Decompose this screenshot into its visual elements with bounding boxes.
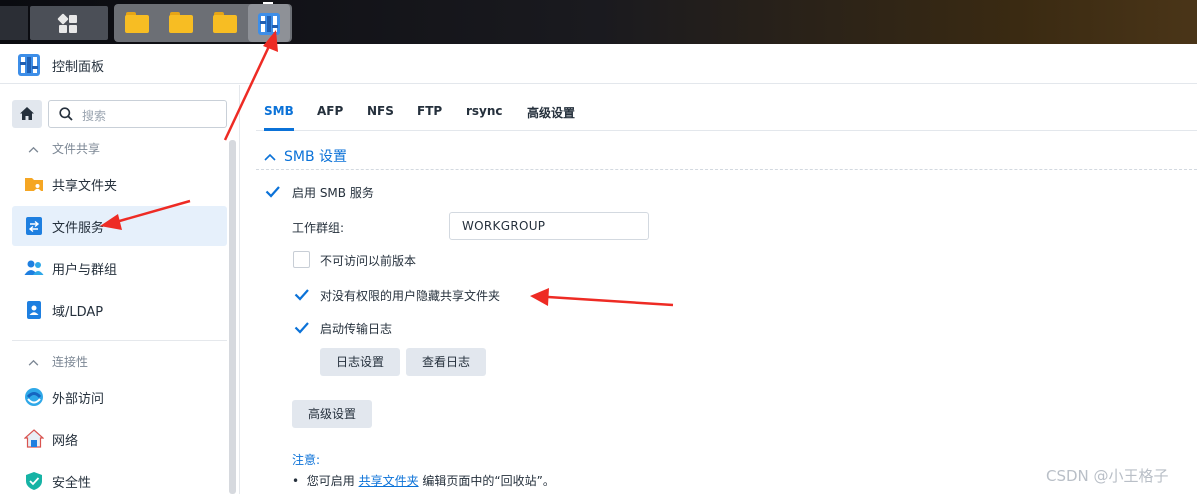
- sidebar-item-security[interactable]: 安全性: [12, 461, 227, 494]
- window-title: 控制面板: [52, 60, 105, 75]
- tab-afp[interactable]: AFP: [317, 104, 343, 118]
- section-header-file-sharing[interactable]: 文件共享: [28, 140, 100, 157]
- tab-advanced[interactable]: 高级设置: [527, 104, 575, 121]
- section-header-connectivity[interactable]: 连接性: [28, 353, 88, 370]
- hide-shared-folders-label: 对没有权限的用户隐藏共享文件夹: [320, 289, 501, 303]
- main-menu-icon[interactable]: [57, 13, 78, 34]
- file-services-icon: [26, 217, 42, 235]
- control-panel-icon: [18, 54, 40, 76]
- sidebar-item-network[interactable]: 网络: [12, 419, 227, 459]
- transfer-log-label: 启动传输日志: [320, 322, 393, 336]
- folder-icon[interactable]: [213, 12, 237, 34]
- chevron-up-icon: [28, 142, 42, 156]
- active-indicator: [263, 2, 273, 4]
- shared-folder-link[interactable]: 共享文件夹: [359, 474, 419, 488]
- home-icon: [20, 107, 34, 120]
- arrow-to-hide-shared-option: [530, 288, 674, 307]
- search-icon: [59, 107, 73, 121]
- external-access-icon: [25, 388, 43, 406]
- sidebar-divider: [12, 340, 227, 341]
- control-panel-icon[interactable]: [258, 11, 280, 35]
- sidebar-item-shared-folder[interactable]: 共享文件夹: [12, 164, 227, 204]
- tab-ftp[interactable]: FTP: [417, 104, 442, 118]
- domain-icon: [27, 301, 41, 319]
- log-settings-button[interactable]: 日志设置: [320, 348, 400, 376]
- workgroup-field[interactable]: WORKGROUP: [449, 212, 649, 240]
- section-divider: [256, 169, 1197, 170]
- chevron-up-icon: [28, 355, 42, 369]
- network-icon: [24, 429, 44, 448]
- search-input[interactable]: 搜索: [48, 100, 227, 128]
- shared-folder-icon: [25, 178, 43, 191]
- folder-icon[interactable]: [169, 12, 193, 34]
- hide-shared-folders-checkbox[interactable]: [293, 286, 310, 303]
- tab-smb[interactable]: SMB: [264, 104, 294, 118]
- note-title: 注意:: [292, 453, 321, 467]
- workgroup-label: 工作群组:: [292, 221, 345, 235]
- watermark: CSDN @小王格子: [1046, 467, 1169, 485]
- folder-icon[interactable]: [125, 12, 149, 34]
- window-header: [0, 44, 1197, 84]
- sidebar-item-file-services[interactable]: 文件服务: [12, 206, 227, 246]
- tab-rsync[interactable]: rsync: [466, 104, 503, 118]
- sidebar-item-domain-ldap[interactable]: 域/LDAP: [12, 290, 227, 330]
- view-log-button[interactable]: 查看日志: [406, 348, 486, 376]
- tab-bar: [256, 85, 1197, 131]
- enable-smb-checkbox[interactable]: [264, 183, 281, 200]
- disable-previous-versions-checkbox[interactable]: [293, 251, 310, 268]
- transfer-log-checkbox[interactable]: [293, 319, 310, 336]
- smb-section-header[interactable]: SMB 设置: [264, 146, 347, 166]
- enable-smb-label: 启用 SMB 服务: [292, 186, 374, 200]
- bullet: •: [292, 474, 307, 488]
- sidebar-scrollbar[interactable]: [229, 140, 236, 494]
- taskbar-edge: [0, 6, 28, 40]
- sidebar-item-users-groups[interactable]: 用户与群组: [12, 248, 227, 288]
- home-button[interactable]: [12, 100, 42, 128]
- tab-nfs[interactable]: NFS: [367, 104, 394, 118]
- shield-icon: [26, 472, 42, 490]
- note-text: • 您可启用 共享文件夹 编辑页面中的“回收站”。: [292, 474, 555, 488]
- users-icon: [24, 260, 44, 275]
- sidebar-item-external-access[interactable]: 外部访问: [12, 377, 227, 417]
- search-placeholder: 搜索: [82, 109, 107, 123]
- disable-previous-versions-label: 不可访问以前版本: [320, 254, 417, 268]
- active-tab-indicator: [264, 128, 294, 131]
- chevron-up-icon: [264, 149, 276, 165]
- advanced-settings-button[interactable]: 高级设置: [292, 400, 372, 428]
